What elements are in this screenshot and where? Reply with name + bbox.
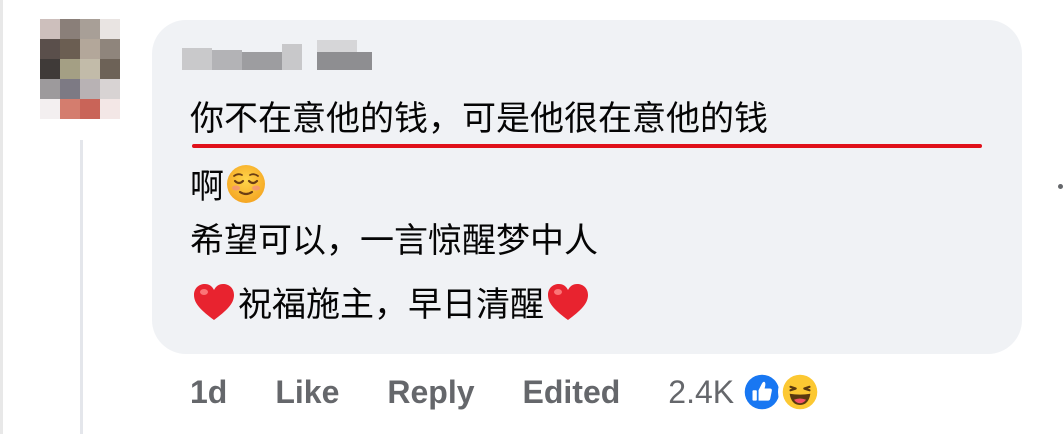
comment-line-4: 祝福施主，早日清醒	[190, 282, 592, 326]
red-heart-emoji-icon	[548, 284, 588, 320]
comment-bubble: 你不在意他的钱，可是他很在意他的钱 啊 希望可以，一言惊醒梦中人 祝福施主，早日…	[152, 20, 1022, 354]
red-heart-emoji-icon	[194, 284, 234, 320]
author-name-redacted[interactable]	[182, 38, 382, 74]
avatar[interactable]	[40, 19, 120, 119]
comment-line-2: 啊	[190, 164, 268, 208]
edited-label[interactable]: Edited	[523, 374, 621, 411]
haha-icon	[778, 370, 823, 414]
more-options-dot-icon[interactable]	[1058, 184, 1063, 189]
comment-line-4-text: 祝福施主，早日清醒	[238, 285, 544, 325]
left-edge-border	[0, 0, 3, 434]
comment-line-2-text: 啊	[190, 167, 224, 207]
avatar-pixelated-image	[40, 19, 120, 119]
timestamp-link[interactable]: 1d	[190, 374, 227, 411]
like-button[interactable]: Like	[275, 374, 339, 411]
thread-line	[80, 140, 83, 434]
comment-line-3: 希望可以，一言惊醒梦中人	[190, 221, 598, 261]
reply-button[interactable]: Reply	[387, 374, 474, 411]
reaction-count[interactable]: 2.4K	[668, 374, 734, 411]
reactions-summary[interactable]	[740, 370, 823, 414]
relieved-face-emoji-icon	[227, 165, 265, 203]
comment-actions-bar: 1d Like Reply Edited 2.4K	[190, 370, 823, 414]
comment-line-1: 你不在意他的钱，可是他很在意他的钱	[190, 99, 768, 139]
red-underline-annotation	[192, 144, 982, 148]
